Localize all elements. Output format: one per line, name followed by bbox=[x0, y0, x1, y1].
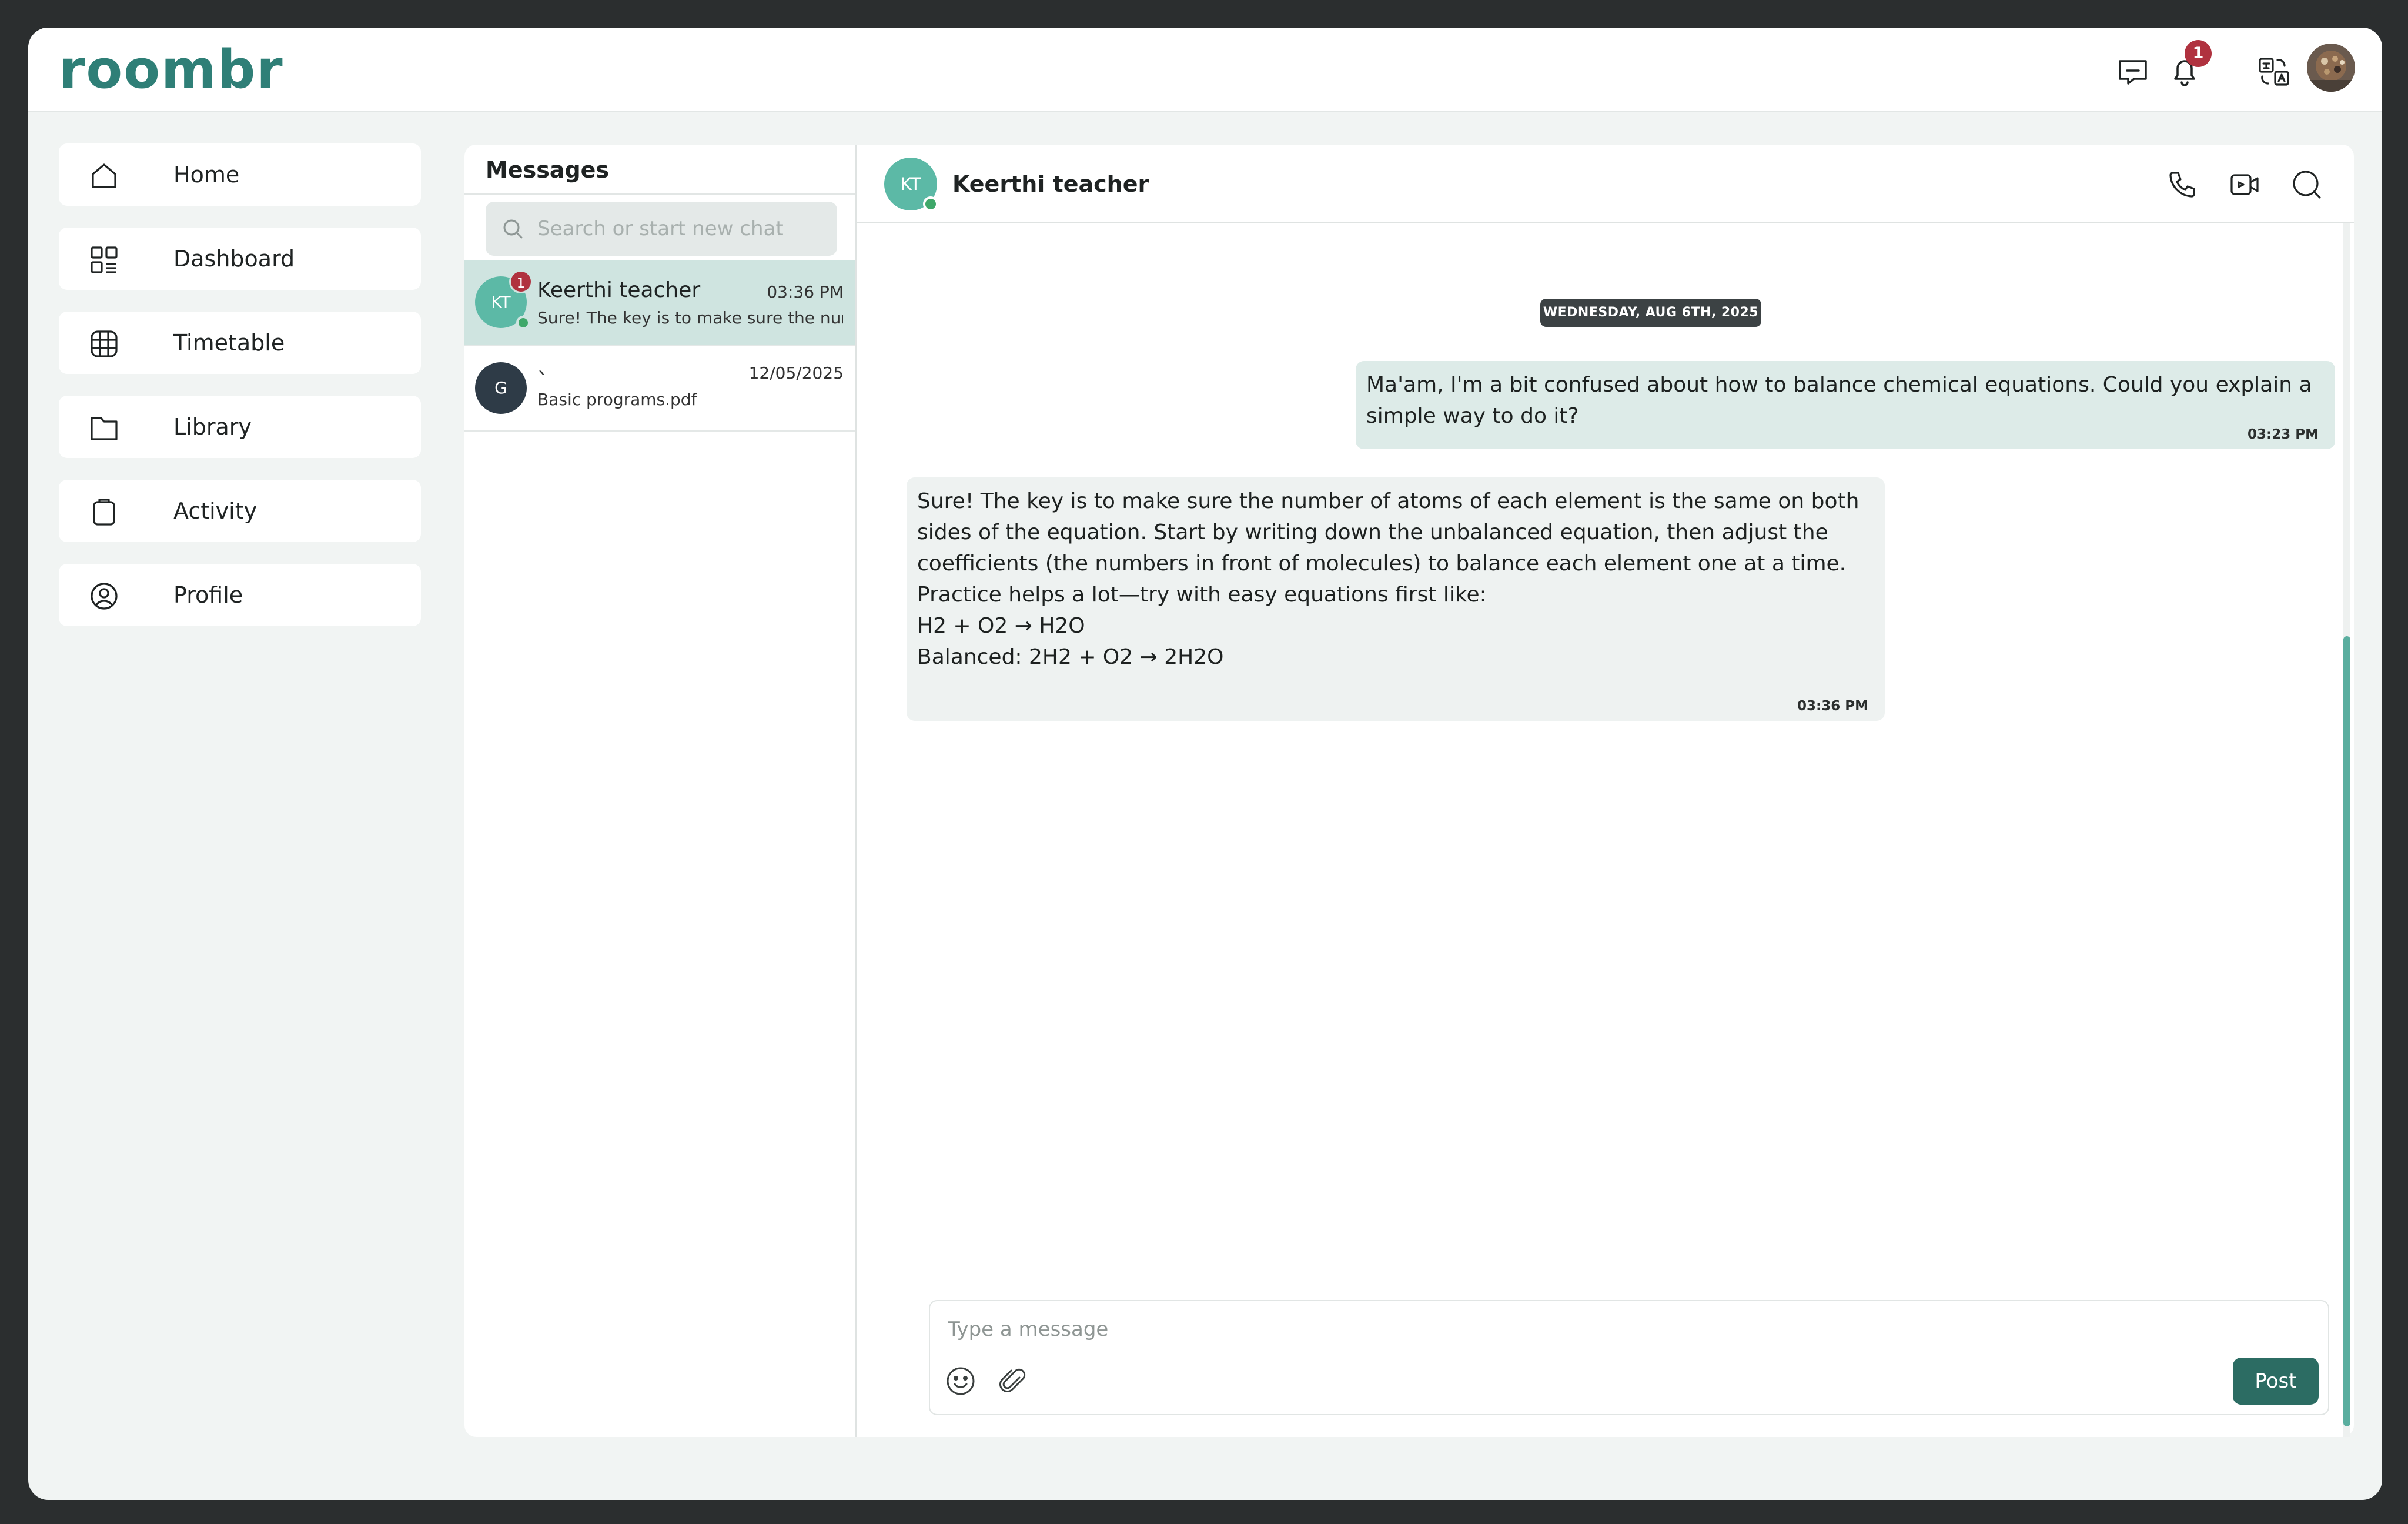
search-icon[interactable] bbox=[2290, 168, 2323, 201]
clipboard-icon bbox=[88, 496, 120, 528]
conversation-item-keerthi-teacher[interactable]: KT 1 Keerthi teacher 03:36 PM Sure! The … bbox=[464, 260, 855, 346]
message-line: Practice helps a lot—try with easy equat… bbox=[917, 583, 1487, 607]
phone-icon[interactable] bbox=[2166, 168, 2199, 201]
message-line: Sure! The key is to make sure the number… bbox=[917, 489, 1859, 513]
message-composer: Post bbox=[929, 1300, 2329, 1415]
sidebar-item-profile[interactable]: Profile bbox=[59, 564, 421, 626]
scrollbar-thumb[interactable] bbox=[2343, 636, 2350, 1426]
message-time: 03:23 PM bbox=[2248, 427, 2319, 442]
sidebar-item-dashboard[interactable]: Dashboard bbox=[59, 228, 421, 290]
dashboard-icon bbox=[88, 244, 120, 276]
sidebar-item-label: Profile bbox=[173, 582, 243, 608]
message-line: Ma'am, I'm a bit confused about how to b… bbox=[1366, 373, 2312, 397]
sidebar-item-home[interactable]: Home bbox=[59, 143, 421, 206]
conversation-name: Keerthi teacher bbox=[537, 278, 701, 302]
message-line: coefficients (the numbers in front of mo… bbox=[917, 552, 1847, 576]
chat-bubble-icon[interactable] bbox=[2114, 53, 2152, 91]
sidebar-item-label: Activity bbox=[173, 498, 257, 524]
sidebar-item-label: Dashboard bbox=[173, 246, 295, 272]
conversation-item-g[interactable]: G ` 12/05/2025 Basic programs.pdf bbox=[464, 346, 855, 432]
translate-icon[interactable] bbox=[2255, 53, 2293, 91]
message-input[interactable] bbox=[948, 1313, 2123, 1346]
conversation-preview: Basic programs.pdf bbox=[537, 390, 697, 409]
app-window: roombr 1 Home Dashboard Timetable Librar… bbox=[28, 28, 2382, 1500]
folder-icon bbox=[88, 412, 120, 444]
emoji-icon[interactable] bbox=[944, 1365, 977, 1398]
chat-panel: KT Keerthi teacher WEDNESDAY, AUG 6TH, 2… bbox=[857, 145, 2354, 1437]
video-call-icon[interactable] bbox=[2228, 168, 2261, 201]
chat-contact-name[interactable]: Keerthi teacher bbox=[952, 169, 1149, 199]
message-line: Balanced: 2H2 + O2 → 2H2O bbox=[917, 645, 1224, 669]
attachment-icon[interactable] bbox=[996, 1365, 1029, 1398]
home-icon bbox=[88, 160, 120, 192]
search-input[interactable] bbox=[537, 202, 831, 256]
conversation-list-panel: Messages KT 1 Keerthi teacher 03:36 PM S… bbox=[464, 145, 857, 1437]
message-time: 03:36 PM bbox=[1797, 698, 1868, 714]
unread-badge: 1 bbox=[509, 270, 533, 293]
user-circle-icon bbox=[88, 580, 120, 612]
globe-grid-icon bbox=[88, 328, 120, 360]
search-icon bbox=[501, 217, 524, 240]
app-logo[interactable]: roombr bbox=[59, 41, 284, 99]
sidebar-item-label: Home bbox=[173, 162, 240, 188]
message-line: H2 + O2 → H2O bbox=[917, 614, 1085, 638]
sidebar-item-label: Library bbox=[173, 414, 252, 440]
notification-badge: 1 bbox=[2185, 40, 2212, 67]
chat-header: KT Keerthi teacher bbox=[857, 145, 2354, 223]
message-line: simple way to do it? bbox=[1366, 404, 1579, 428]
user-avatar[interactable] bbox=[2307, 44, 2355, 92]
conversation-time: 12/05/2025 bbox=[748, 363, 844, 383]
search-box[interactable] bbox=[486, 202, 837, 256]
sidebar-item-label: Timetable bbox=[173, 330, 285, 356]
divider bbox=[464, 193, 855, 195]
online-indicator bbox=[923, 196, 938, 212]
conversation-preview: Sure! The key is to make sure the numb bbox=[537, 308, 843, 327]
sidebar-item-activity[interactable]: Activity bbox=[59, 480, 421, 542]
avatar: G bbox=[475, 362, 527, 414]
sidebar-item-timetable[interactable]: Timetable bbox=[59, 312, 421, 374]
post-button[interactable]: Post bbox=[2233, 1358, 2319, 1405]
conversation-time: 03:36 PM bbox=[767, 282, 844, 302]
sidebar-item-library[interactable]: Library bbox=[59, 396, 421, 458]
message-line: sides of the equation. Start by writing … bbox=[917, 520, 1828, 544]
sent-message-bubble: Ma'am, I'm a bit confused about how to b… bbox=[1356, 361, 2335, 449]
online-indicator bbox=[516, 316, 530, 330]
received-message-bubble: Sure! The key is to make sure the number… bbox=[907, 477, 1885, 721]
date-separator: WEDNESDAY, AUG 6TH, 2025 bbox=[1540, 299, 1761, 327]
messages-title: Messages bbox=[486, 157, 610, 183]
top-bar: roombr 1 bbox=[28, 28, 2382, 112]
